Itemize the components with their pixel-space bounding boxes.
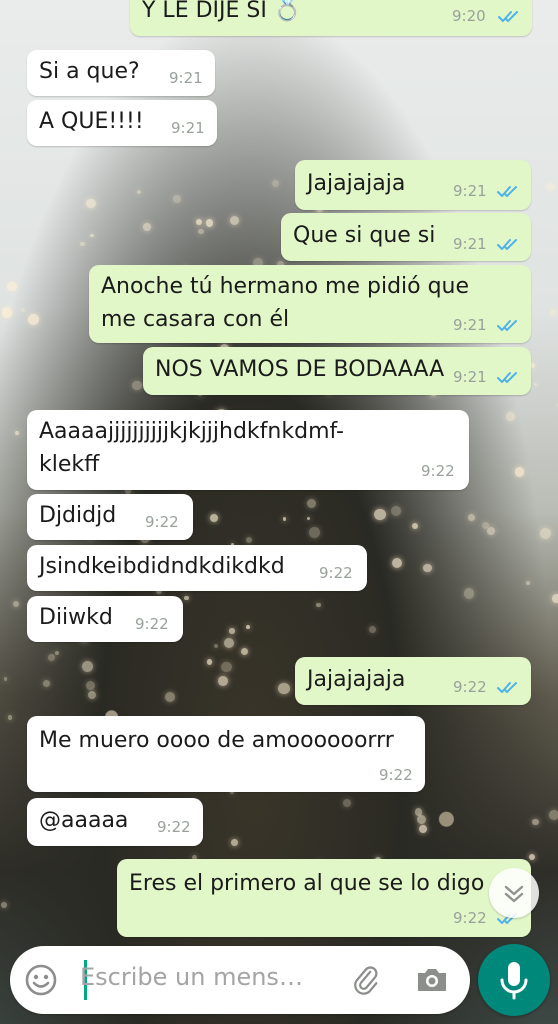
message-time: 9:20 (452, 7, 486, 25)
message-time: 9:21 (453, 235, 487, 253)
message-time: 9:22 (453, 909, 487, 927)
message-time: 9:22 (421, 462, 455, 480)
message-time: 9:21 (169, 69, 203, 87)
message-bubble-incoming[interactable]: Djdidjd 9:22 (27, 494, 193, 540)
message-time: 9:22 (135, 615, 169, 633)
double-chevron-down-icon (504, 885, 524, 903)
scroll-to-bottom-button[interactable] (489, 868, 539, 918)
message-time: 9:22 (379, 766, 413, 784)
message-bubble-incoming[interactable]: Aaaaajjjjjjjjjjkjkjjjhdkfnkdmf- klekff 9… (27, 410, 469, 490)
message-bubble-outgoing[interactable]: Jajajajaja 9:22 (295, 657, 531, 705)
message-text: Me muero oooo de amoooooorrr (39, 728, 394, 753)
message-text: @aaaaa (39, 808, 129, 833)
message-text-line: klekff (39, 452, 100, 477)
camera-icon[interactable] (414, 964, 450, 996)
paperclip-icon[interactable] (348, 962, 384, 998)
message-text: Jajajajaja (307, 667, 406, 692)
message-text: Y LE DIJE SI 💍 (142, 0, 302, 23)
message-bubble-outgoing[interactable]: Eres el primero al que se lo digo 9:22 (117, 859, 531, 937)
message-time: 9:22 (157, 818, 191, 836)
message-time: 9:22 (319, 564, 353, 582)
message-text: Eres el primero al que se lo digo (129, 871, 485, 896)
message-text: A QUE!!!! (39, 109, 144, 134)
message-bubble-incoming[interactable]: Diiwkd 9:22 (27, 596, 183, 642)
read-ticks-icon (497, 185, 521, 199)
emoji-icon[interactable] (24, 963, 58, 997)
message-text-line: Aaaaajjjjjjjjjjkjkjjjhdkfnkdmf- (39, 419, 344, 444)
message-text: Que si que si (293, 223, 436, 248)
message-input[interactable]: Escribe un mens… (80, 963, 303, 991)
message-time: 9:21 (453, 316, 487, 334)
message-text: Djdidjd (39, 503, 117, 528)
message-bubble-incoming[interactable]: A QUE!!!! 9:21 (27, 100, 217, 146)
message-bubble-outgoing[interactable]: Jajajajaja 9:21 (295, 160, 531, 210)
message-composer: Escribe un mens… (10, 946, 470, 1014)
message-bubble-outgoing[interactable]: NOS VAMOS DE BODAAAA 9:21 (143, 347, 531, 395)
read-ticks-icon (497, 371, 521, 385)
message-text: Diiwkd (39, 605, 113, 630)
message-time: 9:21 (171, 119, 205, 137)
message-text-line: Anoche tú hermano me pidió que (101, 274, 470, 299)
message-text: Jajajajaja (307, 171, 406, 196)
message-bubble-incoming[interactable]: Si a que? 9:21 (27, 50, 215, 96)
message-text-line: me casara con él (101, 307, 290, 332)
read-ticks-icon (497, 238, 521, 252)
message-bubble-outgoing[interactable]: Que si que si 9:21 (281, 213, 531, 261)
message-bubble-incoming[interactable]: @aaaaa 9:22 (27, 798, 203, 846)
message-time: 9:21 (453, 182, 487, 200)
message-time: 9:21 (453, 368, 487, 386)
message-bubble-outgoing[interactable]: Anoche tú hermano me pidió que me casara… (89, 265, 531, 343)
message-bubble-incoming[interactable]: Jsindkeibdidndkdikdkd 9:22 (27, 545, 367, 591)
read-ticks-icon (497, 681, 521, 695)
message-text: NOS VAMOS DE BODAAAA (155, 357, 445, 382)
message-bubble-outgoing[interactable]: Y LE DIJE SI 💍 9:20 (130, 0, 532, 36)
message-text: Jsindkeibdidndkdikdkd (39, 554, 285, 579)
read-ticks-icon (498, 10, 522, 24)
voice-message-button[interactable] (478, 944, 550, 1016)
message-text: Si a que? (39, 59, 140, 84)
microphone-icon (500, 962, 528, 1000)
read-ticks-icon (497, 319, 521, 333)
message-bubble-incoming[interactable]: Me muero oooo de amoooooorrr 9:22 (27, 716, 425, 792)
message-time: 9:22 (453, 678, 487, 696)
message-time: 9:22 (145, 513, 179, 531)
